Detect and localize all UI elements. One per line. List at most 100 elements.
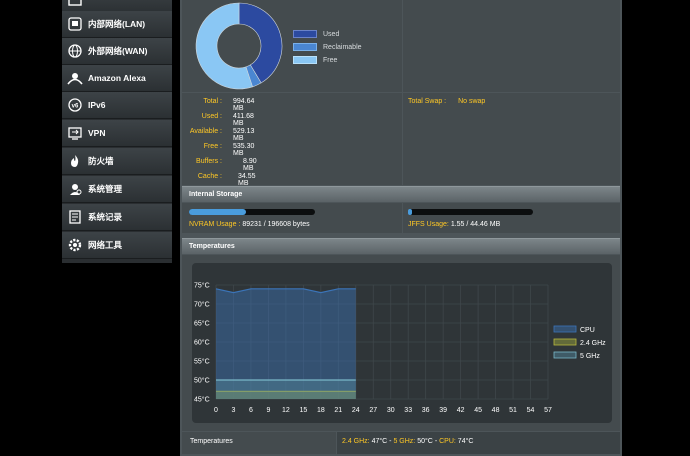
x-tick-label: 15 xyxy=(299,407,307,414)
frame-right xyxy=(622,0,690,456)
legend-item-used: Used xyxy=(293,30,339,38)
sidebar-item-log[interactable]: 系统记录 xyxy=(62,204,172,231)
g24-label: 2.4 GHz: xyxy=(342,438,370,445)
legend-swatch xyxy=(293,43,317,51)
legend-swatch xyxy=(293,56,317,64)
y-tick-label: 50°C xyxy=(194,377,210,385)
stat-label: Total : xyxy=(203,98,222,105)
legend-label: 5 GHz xyxy=(580,353,600,360)
sidebar-item-firewall[interactable]: 防火墙 xyxy=(62,148,172,175)
stat-label: Cache : xyxy=(197,173,222,180)
nvram-value: 89231 / 196608 bytes xyxy=(242,221,310,228)
readout-value-cell: 2.4 GHz: 47°C - 5 GHz: 50°C - CPU: 74°C xyxy=(337,432,620,454)
sidebar-item-admin[interactable]: 系统管理 xyxy=(62,176,172,203)
sidebar-item-label: 系统记录 xyxy=(88,212,123,222)
sidebar-item-wan[interactable]: 外部网络(WAN) xyxy=(62,38,172,65)
stat-swap: Total Swap : No swap xyxy=(408,98,485,105)
x-tick-label: 6 xyxy=(249,407,253,414)
frame-divider xyxy=(172,0,180,456)
temperature-chart: 75°C70°C65°C60°C55°C50°C45°C0 3 6 9 12 15 18 21… xyxy=(194,282,606,415)
tools-icon xyxy=(67,237,83,253)
stat-value: 994.64 MB xyxy=(233,98,255,112)
stat-label: Available : xyxy=(189,128,222,135)
nvram-label: NVRAM Usage : xyxy=(189,221,241,228)
stat-label: Used : xyxy=(201,113,222,120)
g24-value: 47°C xyxy=(371,438,388,445)
separator: - xyxy=(389,438,392,445)
nvram-usage: NVRAM Usage : 89231 / 196608 bytes xyxy=(189,221,310,228)
x-tick-label: 33 xyxy=(404,407,412,414)
x-tick-label: 51 xyxy=(509,407,517,414)
ipv6-icon: v6 xyxy=(67,97,83,113)
legend-label: CPU xyxy=(580,327,595,334)
sidebar-item-tools[interactable]: 网络工具 xyxy=(62,232,172,259)
g5-value: 50°C xyxy=(417,438,433,445)
series-area-2 xyxy=(216,380,356,399)
firewall-icon xyxy=(67,153,83,169)
sidebar-item-label: 防火墙 xyxy=(88,156,114,166)
sidebar: 内部网络(LAN) 外部网络(WAN) Amazon Alexa v6 IPv6… xyxy=(62,0,172,263)
readout-values: 2.4 GHz: 47°C - 5 GHz: 50°C - CPU: 74°C xyxy=(342,438,473,445)
partial-icon xyxy=(67,0,83,8)
jffs-panel xyxy=(403,203,620,233)
stat-label: Free : xyxy=(203,143,222,150)
swap-stats-panel xyxy=(403,93,620,185)
legend-swatch xyxy=(553,325,577,333)
svg-text:v6: v6 xyxy=(72,104,79,110)
y-tick-label: 70°C xyxy=(194,301,210,309)
x-tick-label: 36 xyxy=(422,407,430,414)
sidebar-item-lan[interactable]: 内部网络(LAN) xyxy=(62,11,172,38)
log-icon xyxy=(67,209,83,225)
x-tick-label: 54 xyxy=(527,407,535,414)
sidebar-item-ipv6[interactable]: v6 IPv6 xyxy=(62,92,172,119)
alexa-icon xyxy=(67,70,83,86)
memory-pie-chart xyxy=(195,2,283,90)
sidebar-item-label: 网络工具 xyxy=(88,240,123,250)
y-tick-label: 60°C xyxy=(194,339,210,347)
admin-icon xyxy=(67,181,83,197)
legend-swatch xyxy=(293,30,317,38)
legend-label: Free xyxy=(323,56,338,64)
y-tick-label: 75°C xyxy=(194,282,210,290)
globe-icon xyxy=(67,43,83,59)
cpu-value: 74°C xyxy=(457,438,474,445)
nvram-progress-bar xyxy=(189,209,315,215)
legend-swatch xyxy=(553,351,577,359)
nvram-progress-fill xyxy=(189,209,247,215)
y-tick-label: 65°C xyxy=(194,320,210,328)
jffs-label: JFFS Usage: xyxy=(408,221,449,228)
x-tick-label: 12 xyxy=(282,407,290,414)
sidebar-item-label: 外部网络(WAN) xyxy=(88,46,148,56)
memory-stats-panel xyxy=(182,93,402,185)
stat-value: 411.68 MB xyxy=(233,113,254,127)
sidebar-item-label: IPv6 xyxy=(88,100,106,110)
legend-item-free: Free xyxy=(293,56,337,64)
sidebar-item-vpn[interactable]: VPN xyxy=(62,120,172,147)
legend-label: Reclaimable xyxy=(323,43,362,51)
sidebar-spacer xyxy=(62,263,172,456)
jffs-usage: JFFS Usage: 1.55 / 44.46 MB xyxy=(408,221,500,228)
x-tick-label: 48 xyxy=(492,407,500,414)
jffs-value: 1.55 / 44.46 MB xyxy=(450,221,501,228)
legend-label: 2.4 GHz xyxy=(580,340,606,347)
x-tick-label: 21 xyxy=(334,407,342,414)
swap-value: No swap xyxy=(458,98,486,105)
stat-value: 8.90 MB xyxy=(243,158,257,172)
legend-swatch xyxy=(553,338,577,346)
stat-value: 535.30 MB xyxy=(233,143,255,157)
readout-label: Temperatures xyxy=(190,438,233,445)
jffs-progress-bar xyxy=(408,209,533,215)
legend-item-reclaimable: Reclaimable xyxy=(293,43,362,51)
g5-label: 5 GHz: xyxy=(393,438,416,445)
y-tick-label: 45°C xyxy=(194,396,210,404)
temperature-chart-box: 75°C 70°C 65°C 60°C 55°C 50°C 45°C 0 3 6 9 12 15 18 21… xyxy=(192,263,612,423)
x-tick-label: 30 xyxy=(387,407,395,414)
temperature-readout-row: Temperatures 2.4 GHz: 47°C - 5 GHz: 50°C… xyxy=(182,432,620,454)
x-tick-label: 42 xyxy=(457,407,465,414)
x-tick-label: 3 xyxy=(232,407,236,414)
sidebar-item-alexa[interactable]: Amazon Alexa xyxy=(62,65,172,92)
temperatures-header: Temperatures xyxy=(182,238,620,254)
sidebar-item-label: Amazon Alexa xyxy=(88,73,146,83)
cpu-label: CPU: xyxy=(439,438,456,445)
x-tick-label: 18 xyxy=(317,407,325,414)
